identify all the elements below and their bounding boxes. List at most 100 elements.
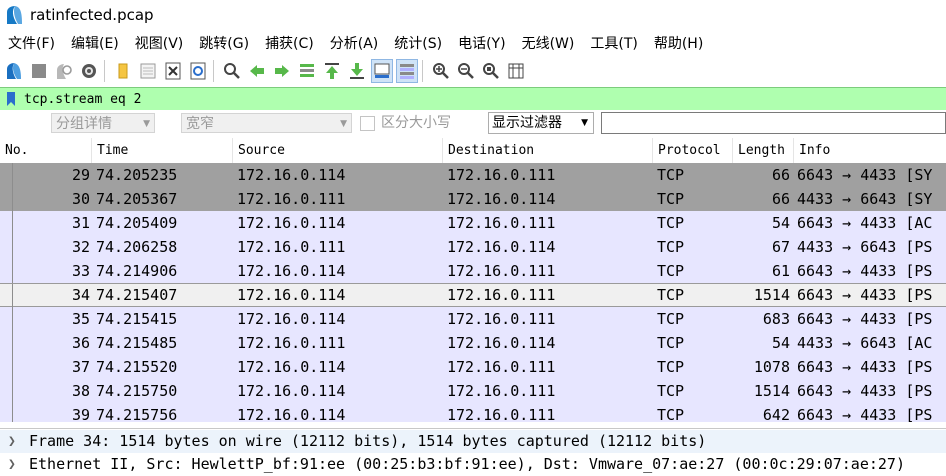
menu-tools[interactable]: 工具(T) <box>582 33 645 53</box>
save-file-icon[interactable] <box>137 59 159 83</box>
zoom-in-icon[interactable] <box>430 59 452 83</box>
find-bar: 分组详情 ▼ 宽窄 ▼ 区分大小写 显示过滤器 ▼ <box>0 110 946 137</box>
restart-capture-icon[interactable] <box>53 59 75 83</box>
packet-length: 61 <box>771 262 790 280</box>
packet-row[interactable]: 30 74.205367 172.16.0.111 172.16.0.114 T… <box>0 187 946 211</box>
packet-protocol: TCP <box>657 382 685 400</box>
packet-row[interactable]: 32 74.206258 172.16.0.111 172.16.0.114 T… <box>0 235 946 259</box>
conversation-line <box>12 355 13 379</box>
menu-statistics[interactable]: 统计(S) <box>386 33 450 53</box>
column-header-time[interactable]: Time <box>92 138 233 163</box>
menu-help[interactable]: 帮助(H) <box>646 33 711 53</box>
conversation-line <box>12 235 13 259</box>
packet-info: 6643 → 4433 [PS <box>797 406 933 422</box>
packet-row[interactable]: 38 74.215750 172.16.0.114 172.16.0.111 T… <box>0 379 946 403</box>
display-filter-bar: tcp.stream eq 2 <box>0 87 946 111</box>
reload-file-icon[interactable] <box>187 59 209 83</box>
menu-capture[interactable]: 捕获(C) <box>257 33 322 53</box>
detail-row-ethernet[interactable]: ❯ Ethernet II, Src: HewlettP_bf:91:ee (0… <box>0 453 946 476</box>
go-to-packet-icon[interactable] <box>296 59 318 83</box>
menu-telephony[interactable]: 电话(Y) <box>450 33 513 53</box>
packet-row-selected[interactable]: 34 74.215407 172.16.0.114 172.16.0.111 T… <box>0 283 946 308</box>
title-bar: ratinfected.pcap <box>0 0 946 30</box>
zoom-out-icon[interactable] <box>455 59 477 83</box>
packet-time: 74.215756 <box>96 406 178 422</box>
menu-edit[interactable]: 编辑(E) <box>63 33 127 53</box>
packet-info: 6643 → 4433 [PS <box>797 286 933 304</box>
find-packet-icon[interactable] <box>221 59 243 83</box>
detail-row-frame[interactable]: ❯ Frame 34: 1514 bytes on wire (12112 bi… <box>0 430 946 453</box>
charset-dropdown[interactable]: 宽窄 ▼ <box>181 113 352 133</box>
packet-protocol: TCP <box>657 190 685 208</box>
stop-capture-icon[interactable] <box>28 59 50 83</box>
packet-protocol: TCP <box>657 310 685 328</box>
packet-info: 6643 → 4433 [PS <box>797 382 933 400</box>
search-type-select[interactable]: 显示过滤器 ▼ <box>488 112 594 134</box>
menu-wireless[interactable]: 无线(W) <box>514 33 583 53</box>
packet-row[interactable]: 37 74.215520 172.16.0.114 172.16.0.111 T… <box>0 355 946 379</box>
packet-source: 172.16.0.111 <box>237 238 346 256</box>
packet-time: 74.205235 <box>96 166 178 184</box>
column-header-no[interactable]: No. <box>0 138 92 163</box>
packet-time: 74.205409 <box>96 214 178 232</box>
column-header-info[interactable]: Info <box>794 138 946 163</box>
packet-length: 67 <box>771 238 790 256</box>
menu-go[interactable]: 跳转(G) <box>191 33 257 53</box>
packet-protocol: TCP <box>657 166 685 184</box>
close-file-icon[interactable] <box>162 59 184 83</box>
conversation-line <box>12 307 13 331</box>
charset-value: 宽窄 <box>186 116 214 132</box>
menu-analyze[interactable]: 分析(A) <box>322 33 387 53</box>
auto-scroll-icon[interactable] <box>371 59 393 83</box>
conversation-line <box>12 259 13 283</box>
packet-list-header: No. Time Source Destination Protocol Len… <box>0 138 946 164</box>
packet-source: 172.16.0.114 <box>237 406 346 422</box>
zoom-normal-icon[interactable] <box>480 59 502 83</box>
packet-row[interactable]: 29 74.205235 172.16.0.114 172.16.0.111 T… <box>0 163 946 187</box>
menu-file[interactable]: 文件(F) <box>0 33 63 53</box>
packet-destination: 172.16.0.111 <box>447 166 556 184</box>
bookmark-icon[interactable] <box>2 90 20 108</box>
packet-length: 642 <box>762 406 790 422</box>
display-filter-input[interactable]: tcp.stream eq 2 <box>24 92 141 107</box>
packet-destination: 172.16.0.114 <box>447 238 556 256</box>
column-header-length[interactable]: Length <box>733 138 794 163</box>
packet-source: 172.16.0.114 <box>237 262 346 280</box>
column-header-destination[interactable]: Destination <box>443 138 653 163</box>
go-forward-icon[interactable] <box>271 59 293 83</box>
column-header-protocol[interactable]: Protocol <box>653 138 733 163</box>
menu-view[interactable]: 视图(V) <box>127 33 192 53</box>
window-title: ratinfected.pcap <box>30 6 154 24</box>
packet-source: 172.16.0.114 <box>237 166 346 184</box>
start-capture-icon[interactable] <box>3 59 25 83</box>
conversation-line <box>12 403 13 422</box>
find-input[interactable] <box>601 112 946 134</box>
packet-row[interactable]: 39 74.215756 172.16.0.114 172.16.0.111 T… <box>0 403 946 422</box>
packet-row[interactable]: 36 74.215485 172.16.0.111 172.16.0.114 T… <box>0 331 946 355</box>
packet-row[interactable]: 33 74.214906 172.16.0.114 172.16.0.111 T… <box>0 259 946 283</box>
capture-options-icon[interactable] <box>78 59 100 83</box>
column-header-source[interactable]: Source <box>233 138 443 163</box>
detail-text: Frame 34: 1514 bytes on wire (12112 bits… <box>29 432 707 450</box>
packet-row[interactable]: 31 74.205409 172.16.0.114 172.16.0.111 T… <box>0 211 946 235</box>
go-back-icon[interactable] <box>246 59 268 83</box>
detail-text: Ethernet II, Src: HewlettP_bf:91:ee (00:… <box>29 455 905 473</box>
colorize-icon[interactable] <box>396 59 418 83</box>
open-file-icon[interactable] <box>112 59 134 83</box>
go-first-icon[interactable] <box>321 59 343 83</box>
chevron-right-icon[interactable]: ❯ <box>8 453 16 476</box>
search-scope-dropdown[interactable]: 分组详情 ▼ <box>51 113 155 133</box>
search-type-value: 显示过滤器 <box>492 115 562 131</box>
packet-row[interactable]: 35 74.215415 172.16.0.114 172.16.0.111 T… <box>0 307 946 331</box>
case-sensitive-checkbox[interactable] <box>360 116 375 131</box>
conversation-line <box>12 211 13 235</box>
packet-info: 6643 → 4433 [AC <box>797 214 933 232</box>
packet-time: 74.215407 <box>96 286 178 304</box>
packet-destination: 172.16.0.111 <box>447 214 556 232</box>
resize-columns-icon[interactable] <box>505 59 527 83</box>
chevron-right-icon[interactable]: ❯ <box>8 430 16 453</box>
chevron-down-icon: ▼ <box>340 119 347 129</box>
main-toolbar <box>0 56 946 86</box>
packet-info: 6643 → 4433 [SY <box>797 166 933 184</box>
go-last-icon[interactable] <box>346 59 368 83</box>
